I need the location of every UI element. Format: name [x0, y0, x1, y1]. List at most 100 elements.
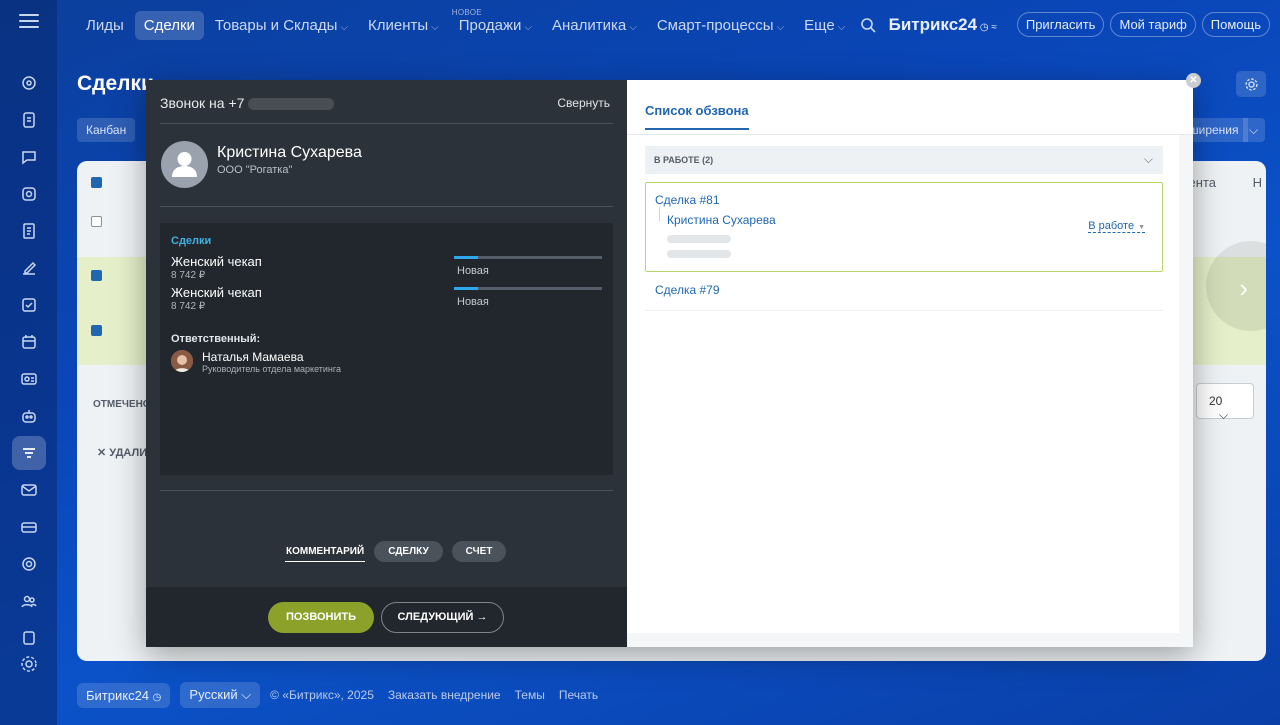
bitrix-logo[interactable]: Битрикс24 ◷ ≈ — [889, 15, 997, 35]
sidebar-icons — [0, 66, 57, 658]
delete-action[interactable]: ✕ УДАЛИ — [97, 446, 147, 459]
call-list-item-title[interactable]: Сделка #79 — [655, 283, 720, 297]
footer-link-print[interactable]: Печать — [559, 688, 598, 702]
horizontal-scrollbar[interactable] — [627, 633, 1179, 647]
sidebar-drive-icon[interactable] — [12, 177, 46, 211]
select-all-checkbox[interactable] — [91, 177, 102, 188]
footer-brand-label: Битрикс24 — [86, 687, 150, 703]
tariff-button[interactable]: Мой тариф — [1110, 12, 1196, 37]
deal-name[interactable]: Женский чекап — [171, 254, 262, 269]
deal-status: Новая — [457, 265, 489, 277]
contact-name[interactable]: Кристина Сухарева — [217, 144, 362, 162]
call-button[interactable]: ПОЗВОНИТЬ — [268, 602, 374, 633]
sidebar-contacts-icon[interactable] — [12, 362, 46, 396]
nav-leads[interactable]: Лиды — [77, 11, 133, 40]
sidebar-crm-icon[interactable] — [12, 66, 46, 100]
page-settings-icon[interactable] — [1236, 71, 1266, 97]
nav-sales-label: Продажи — [458, 16, 522, 34]
scrollbar[interactable] — [1179, 135, 1193, 647]
divider — [645, 310, 1163, 311]
tab-deal[interactable]: СДЕЛКУ — [374, 541, 443, 562]
logo-clock-icon: ◷ ≈ — [977, 21, 997, 33]
nav-more[interactable]: Еще ⌵ — [795, 11, 854, 40]
nav-leads-label: Лиды — [86, 16, 124, 34]
sidebar-team-icon[interactable] — [12, 584, 46, 618]
chevron-down-icon: ⌵ — [340, 21, 348, 33]
chevron-right-icon: › — [1239, 273, 1248, 303]
invite-button[interactable]: Пригласить — [1016, 12, 1105, 37]
next-button[interactable]: СЛЕДУЮЩИЙ → — [381, 602, 504, 633]
divider — [160, 123, 613, 124]
menu-burger-icon[interactable] — [19, 14, 39, 32]
nav-smart-processes[interactable]: Смарт-процессы ⌵ — [648, 11, 793, 40]
nav-deals[interactable]: Сделки — [134, 10, 204, 40]
chevron-down-icon: ⌵ — [1143, 152, 1153, 166]
logo-text: Битрикс24 — [888, 14, 978, 34]
sidebar-target-icon[interactable] — [12, 547, 46, 581]
column-header-text-2: Н — [1252, 175, 1262, 190]
deals-title: Сделки — [171, 235, 212, 247]
sidebar-funnel-icon[interactable] — [12, 436, 46, 470]
sidebar-notes-icon[interactable] — [12, 214, 46, 248]
deal-progress — [454, 256, 602, 259]
nav-products[interactable]: Товары и Склады ⌵ — [206, 11, 357, 40]
divider — [627, 134, 1193, 135]
call-tabs: КОММЕНТАРИЙ СДЕЛКУ СЧЕТ — [285, 541, 515, 562]
sidebar-mail-icon[interactable] — [12, 473, 46, 507]
extensions-dropdown-icon[interactable]: ⌵ — [1243, 118, 1265, 142]
sidebar-robot-icon[interactable] — [12, 399, 46, 433]
nav-analytics[interactable]: Аналитика ⌵ — [543, 11, 646, 40]
kanban-tab[interactable]: Канбан — [77, 118, 136, 142]
phone-number-blurred — [248, 98, 335, 111]
row-checkbox[interactable] — [91, 216, 102, 227]
tab-invoice[interactable]: СЧЕТ — [451, 541, 507, 562]
tab-call-list[interactable]: Список обзвона — [645, 103, 749, 130]
footer-link-order[interactable]: Заказать внедрение — [388, 688, 501, 702]
language-select[interactable]: Русский ⌵ — [180, 682, 261, 708]
sidebar-docs-icon[interactable] — [12, 103, 46, 137]
sidebar-sign-icon[interactable] — [12, 251, 46, 285]
call-header: Звонок на +7 — [160, 95, 335, 111]
call-list-item-active[interactable]: Сделка #81 Кристина Сухарева В работе ▼ — [645, 182, 1163, 272]
page-size-select[interactable]: 20 ⌵ — [1196, 383, 1254, 422]
call-list-item-contact[interactable]: Кристина Сухарева — [659, 207, 776, 227]
chevron-down-icon: ⌵ — [776, 21, 785, 33]
arrow-right-icon: → — [476, 611, 488, 623]
collapse-button[interactable]: Свернуть — [557, 96, 610, 110]
new-badge: НОВОЕ — [451, 7, 482, 17]
responsible-avatar — [171, 350, 193, 372]
nav-sales[interactable]: НОВОЕ Продажи ⌵ — [450, 7, 541, 40]
sidebar-chat-icon[interactable] — [12, 140, 46, 174]
deal-status: Новая — [457, 296, 489, 308]
close-icon[interactable]: ✕ — [1186, 73, 1201, 88]
left-sidebar — [0, 0, 57, 725]
sidebar-shop-icon[interactable] — [12, 510, 46, 544]
chevron-down-icon: ⌵ — [524, 21, 532, 33]
deal-name[interactable]: Женский чекап — [171, 285, 262, 300]
nav-analytics-label: Аналитика — [552, 16, 627, 34]
responsible-name[interactable]: Наталья Мамаева — [202, 350, 304, 364]
marked-label: ОТМЕЧЕНО: — [93, 399, 154, 410]
nav-clients[interactable]: Клиенты ⌵ — [359, 11, 448, 40]
settings-gear-icon[interactable] — [12, 647, 46, 681]
call-list-item-title[interactable]: Сделка #81 — [655, 193, 720, 207]
sidebar-calendar-icon[interactable] — [12, 325, 46, 359]
call-popup: Звонок на +7 Свернуть Кристина Сухарева … — [146, 80, 1193, 647]
group-title: В РАБОТЕ (2) — [654, 155, 714, 165]
footer-brand[interactable]: Битрикс24 ◷ — [77, 682, 171, 708]
item-status-dropdown[interactable]: В работе ▼ — [1088, 220, 1145, 233]
footer-link-themes[interactable]: Темы — [515, 688, 545, 702]
help-button[interactable]: Помощь — [1201, 12, 1270, 37]
search-icon[interactable] — [859, 16, 877, 34]
nav-more-label: Еще — [804, 16, 835, 34]
next-button-label: СЛЕДУЮЩИЙ — [397, 611, 474, 623]
sidebar-tasks-icon[interactable] — [12, 288, 46, 322]
call-actions: ПОЗВОНИТЬ СЛЕДУЮЩИЙ → — [146, 587, 627, 647]
group-header[interactable]: В РАБОТЕ (2) ⌵ — [645, 146, 1163, 174]
call-card: Звонок на +7 Свернуть Кристина Сухарева … — [146, 80, 627, 647]
delete-label: УДАЛИ — [109, 447, 148, 459]
row-checkbox[interactable] — [91, 270, 102, 281]
tab-comment[interactable]: КОММЕНТАРИЙ — [285, 542, 366, 562]
row-checkbox[interactable] — [91, 325, 102, 336]
chevron-down-icon: ⌵ — [431, 21, 439, 33]
